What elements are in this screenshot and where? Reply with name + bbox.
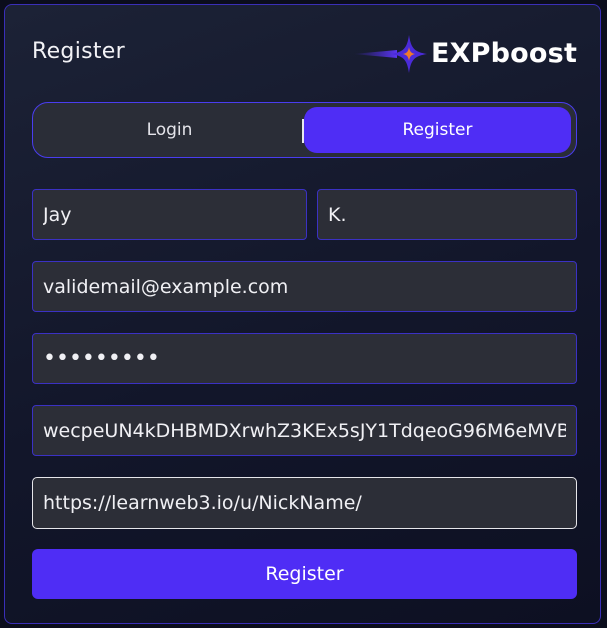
wallet-address-field[interactable] bbox=[32, 405, 577, 456]
register-button[interactable]: Register bbox=[32, 549, 577, 599]
page-title: Register bbox=[32, 39, 125, 64]
profile-url-field[interactable] bbox=[32, 477, 577, 529]
brand-name: EXPboost bbox=[431, 38, 578, 69]
auth-mode-toggle: Login Register bbox=[32, 102, 577, 158]
password-field[interactable] bbox=[32, 333, 577, 384]
tab-register[interactable]: Register bbox=[304, 107, 571, 153]
last-name-field[interactable] bbox=[317, 189, 577, 240]
register-panel: Register EXPboost Login Register Registe… bbox=[4, 4, 601, 624]
first-name-field[interactable] bbox=[32, 189, 307, 240]
tab-login[interactable]: Login bbox=[37, 107, 302, 153]
email-field[interactable] bbox=[32, 261, 577, 312]
sparkle-icon bbox=[353, 35, 427, 73]
